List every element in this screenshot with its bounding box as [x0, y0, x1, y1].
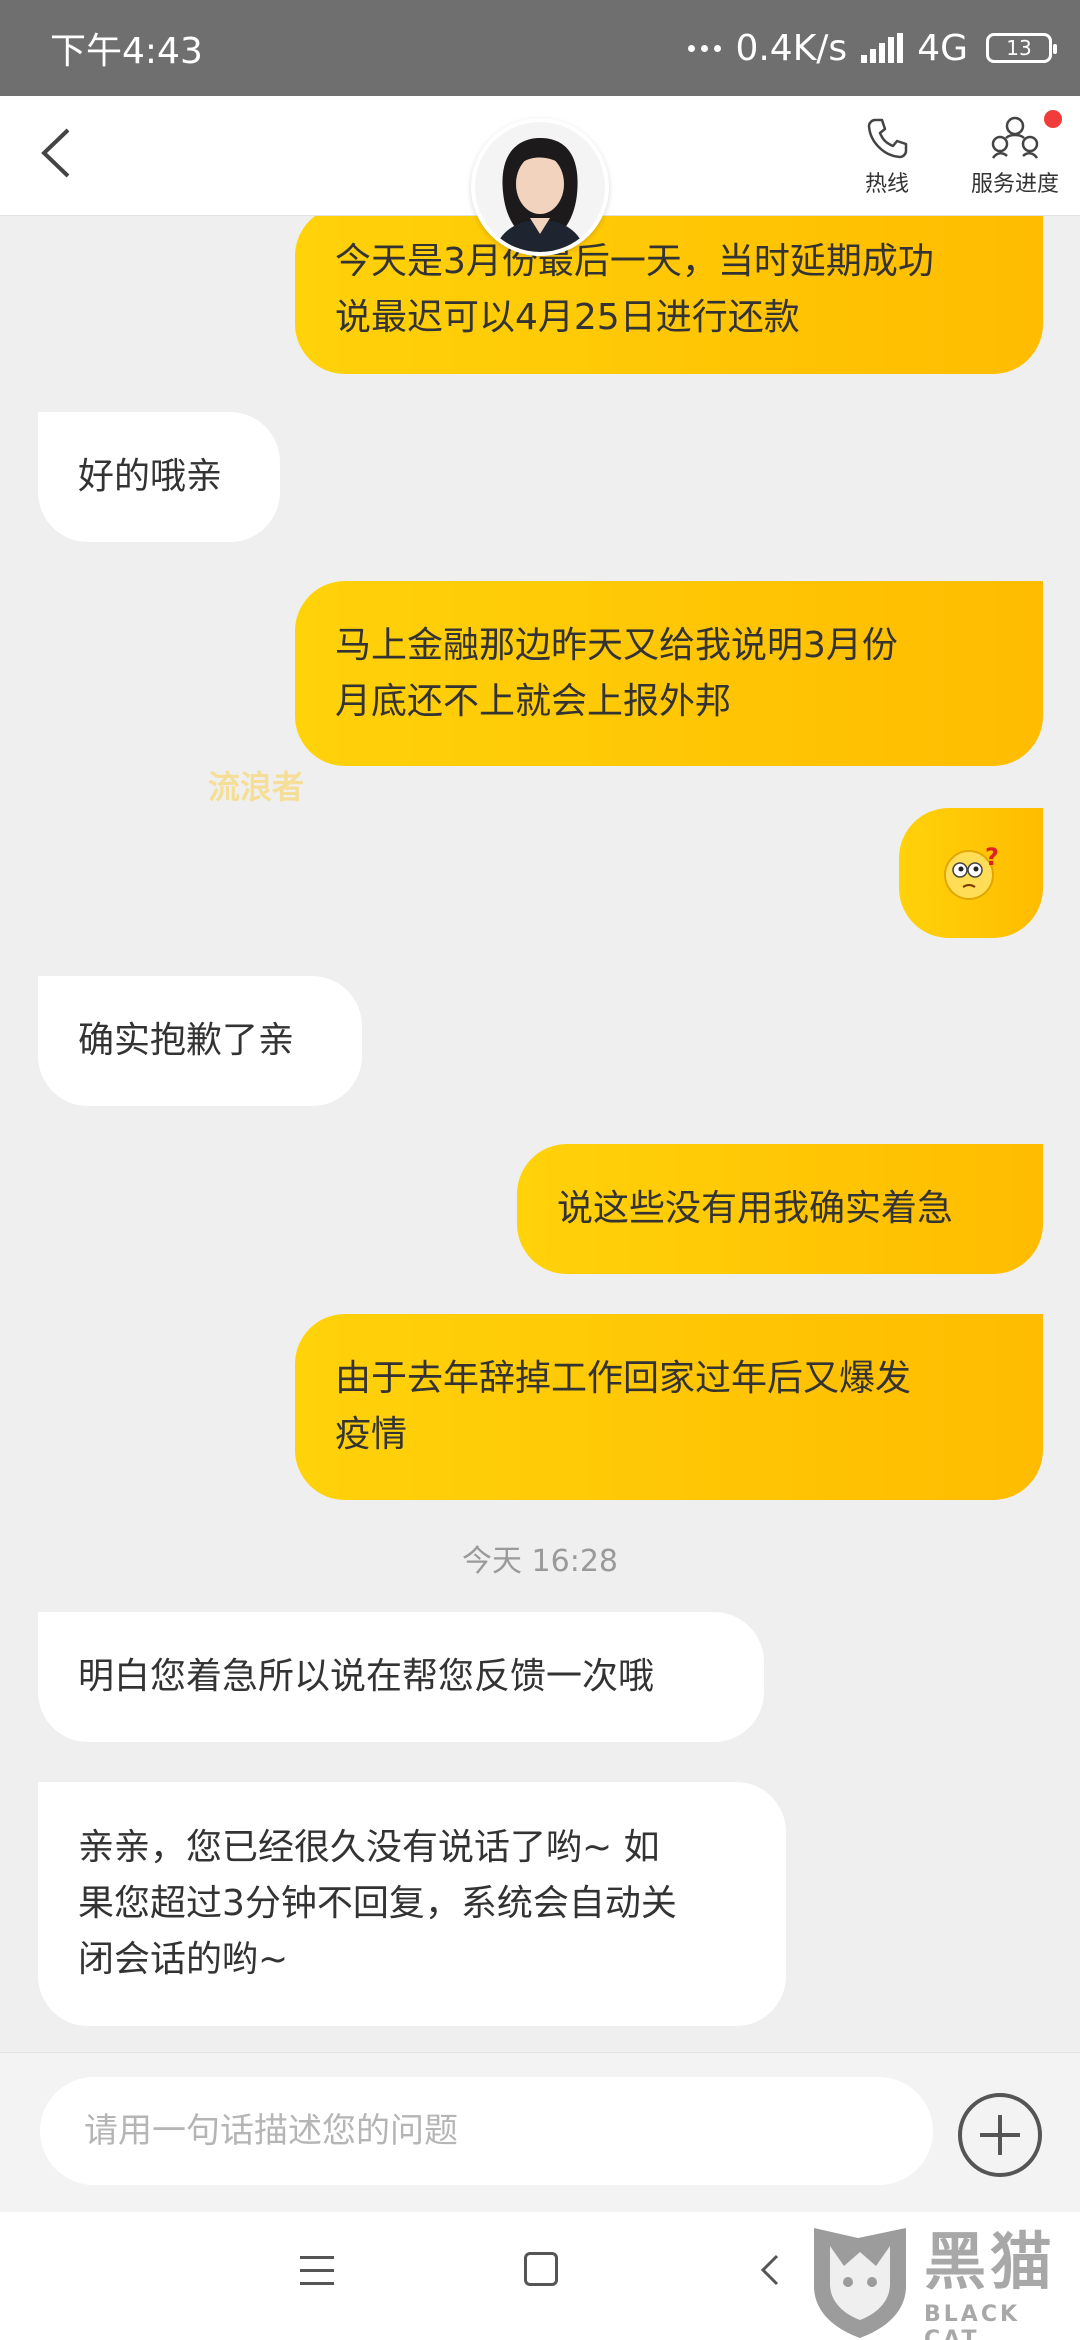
add-attachment-button[interactable] [958, 2093, 1042, 2177]
watermark-text: 流浪者 [208, 768, 305, 806]
more-dots-icon [688, 44, 722, 52]
agent-avatar[interactable] [471, 118, 609, 256]
hotline-button[interactable]: 热线 [822, 96, 952, 216]
nav-home-button[interactable] [524, 2252, 558, 2286]
message-text: 由于去年辞掉工作回家过年后又爆发 疫情 [335, 1358, 912, 1455]
chevron-left-icon [41, 128, 70, 178]
message-text: 亲亲，您已经很久没有说话了哟~ 如 果您超过3分钟不回复，系统会自动关 闭会话的… [78, 1827, 677, 1980]
brand-name-cn: 黑猫 [924, 2225, 1057, 2298]
message-text: 明白您着急所以说在帮您反馈一次哦 [78, 1656, 655, 1697]
status-indicators: 0.4K/s 4G 13 [688, 27, 1057, 69]
people-group-icon [991, 116, 1039, 159]
nav-back-button[interactable] [755, 2250, 785, 2290]
message-bubble-received[interactable]: 亲亲，您已经很久没有说话了哟~ 如 果您超过3分钟不回复，系统会自动关 闭会话的… [38, 1782, 786, 2026]
message-text: 确实抱歉了亲 [78, 1020, 295, 1061]
message-bubble-received[interactable]: 明白您着急所以说在帮您反馈一次哦 [38, 1612, 764, 1742]
chat-messages[interactable]: 今天是3月份最后一天，当时延期成功 说最迟可以4月25日进行还款 好的哦亲 马上… [0, 216, 1080, 2052]
message-input[interactable] [40, 2077, 933, 2185]
status-bar: 下午4:43 0.4K/s 4G 13 [0, 0, 1080, 96]
message-bubble-sent[interactable]: 由于去年辞掉工作回家过年后又爆发 疫情 [295, 1314, 1043, 1500]
message-bubble-sent[interactable]: 说这些没有用我确实着急 [517, 1144, 1043, 1274]
notification-badge [1044, 110, 1062, 128]
message-text: 今天是3月份最后一天，当时延期成功 说最迟可以4月25日进行还款 [335, 241, 934, 338]
black-cat-watermark: 黑猫 BLACK CAT [808, 2222, 1080, 2340]
cat-shield-logo-icon [814, 2228, 906, 2338]
brand-name-en: BLACK CAT [924, 2302, 1021, 2340]
service-progress-label: 服务进度 [970, 172, 1059, 197]
status-time: 下午4:43 [50, 31, 203, 72]
network-speed: 0.4K/s [735, 27, 848, 69]
message-text: 好的哦亲 [78, 456, 223, 497]
message-text: 说这些没有用我确实着急 [557, 1188, 954, 1229]
message-bubble-sent[interactable]: 今天是3月份最后一天，当时延期成功 说最迟可以4月25日进行还款 [295, 216, 1043, 374]
message-input-bar [0, 2052, 1080, 2212]
battery-level: 13 [1006, 36, 1032, 60]
battery-icon: 13 [986, 33, 1057, 63]
agent-portrait-icon [475, 122, 605, 252]
phone-icon [867, 118, 908, 159]
back-button[interactable] [30, 122, 86, 184]
nav-menu-button[interactable] [300, 2256, 334, 2286]
hotline-label: 热线 [864, 172, 909, 197]
signal-icon [861, 33, 904, 63]
chat-timestamp: 今天 16:28 [462, 1544, 618, 1579]
confused-face-emoji-icon: ? [944, 843, 999, 900]
nav-back-icon [760, 2254, 779, 2286]
message-text: 马上金融那边昨天又给我说明3月份 月底还不上就会上报外邦 [335, 624, 898, 722]
message-bubble-received[interactable]: 好的哦亲 [38, 412, 280, 542]
service-progress-button[interactable]: 服务进度 [950, 96, 1080, 216]
svg-text:?: ? [985, 843, 999, 871]
message-bubble-sent[interactable]: 马上金融那边昨天又给我说明3月份 月底还不上就会上报外邦 [295, 581, 1043, 766]
message-bubble-received[interactable]: 确实抱歉了亲 [38, 976, 362, 1106]
message-bubble-emoji[interactable]: ? [899, 808, 1043, 938]
network-type: 4G [917, 27, 968, 69]
